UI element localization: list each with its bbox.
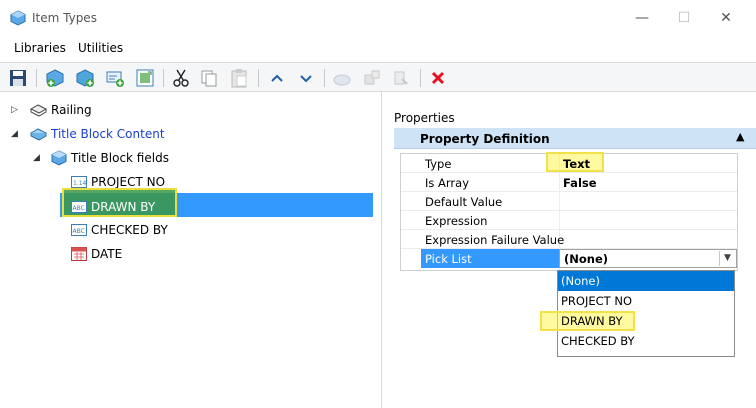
toolbar [0,62,756,92]
paste-icon[interactable] [228,67,250,89]
disabled-icon-2[interactable] [361,67,383,89]
pick-list-option-drawn-by[interactable]: DRAWN BY [558,311,734,331]
add-property-icon[interactable] [104,67,126,89]
pick-list-combobox[interactable]: (None) ▼ [559,249,737,268]
add-library-icon[interactable] [44,67,66,89]
tree-node-title-block-fields[interactable]: Title Block fields [51,147,169,169]
disabled-icon-3[interactable] [390,67,412,89]
expand-railing-icon[interactable]: ▷ [11,105,18,115]
property-row-pick-list[interactable]: Pick List (None) ▼ [401,249,737,268]
property-row-expression[interactable]: Expression [401,211,737,230]
delete-icon[interactable] [427,67,449,89]
collapse-chevron-icon[interactable]: ▲ [736,130,744,143]
text-property-icon: ABC [71,224,87,236]
menu-utilities[interactable]: Utilities [78,41,123,55]
text-property-icon: ABC [71,201,87,213]
section-title: Property Definition [420,132,550,146]
tree-node-drawn-by[interactable]: ABC DRAWN BY [71,196,155,218]
menu-bar: Libraries Utilities [0,36,756,60]
tree-node-date[interactable]: DATE [71,243,122,265]
collapse-title-block-fields-icon[interactable]: ◢ [33,153,40,163]
tree-node-label: DATE [91,247,123,261]
title-bar: Item Types — ☐ ✕ [0,0,756,36]
property-row-expression-failure-value[interactable]: Expression Failure Value [401,230,737,249]
library-icon [30,128,47,141]
tree-node-title-block-content[interactable]: Title Block Content [30,123,165,145]
menu-libraries[interactable]: Libraries [14,41,66,55]
number-property-icon: 1.14 [71,176,87,188]
property-row-type[interactable]: Type Text [401,154,737,173]
window-title: Item Types [32,11,97,25]
property-definition-header[interactable]: Property Definition ▲ [394,128,756,149]
copy-icon[interactable] [198,67,220,89]
move-up-icon[interactable] [266,67,288,89]
collapse-title-block-content-icon[interactable]: ◢ [11,129,18,139]
tree-node-railing[interactable]: Railing [30,99,92,121]
tree-node-checked-by[interactable]: ABC CHECKED BY [71,219,168,241]
svg-text:1.14: 1.14 [73,180,87,187]
tree-node-label: Title Block Content [51,127,165,141]
calendar-icon [71,247,87,261]
pick-list-option-none[interactable]: (None) [558,271,734,291]
property-grid: Type Text Is Array False Default Value E… [400,152,738,271]
svg-text:ABC: ABC [73,228,85,235]
chevron-down-icon[interactable]: ▼ [719,251,735,266]
minimize-button[interactable]: — [634,10,650,26]
item-type-icon [51,150,67,166]
tree-node-label: Railing [51,103,92,117]
disabled-icon-1[interactable] [331,67,353,89]
import-icon[interactable] [134,67,156,89]
move-down-icon[interactable] [295,67,317,89]
property-row-default-value[interactable]: Default Value [401,192,737,211]
pick-list-option-project-no[interactable]: PROJECT NO [558,291,734,311]
tree-node-label: Title Block fields [71,151,169,165]
maximize-button[interactable]: ☐ [676,10,692,26]
save-icon[interactable] [7,67,29,89]
library-icon [30,104,47,117]
add-item-type-icon[interactable] [74,67,96,89]
close-button[interactable]: ✕ [718,10,734,26]
tree-node-label: PROJECT NO [91,175,166,189]
tree-node-label: CHECKED BY [91,223,168,237]
tree-node-label: DRAWN BY [91,200,156,214]
pick-list-dropdown: (None) PROJECT NO DRAWN BY CHECKED BY [540,270,735,357]
properties-label: Properties [394,111,455,125]
svg-text:ABC: ABC [73,205,85,212]
property-row-is-array[interactable]: Is Array False [401,173,737,192]
pick-list-option-checked-by[interactable]: CHECKED BY [558,331,734,351]
cut-icon[interactable] [170,67,192,89]
item-types-app-icon [10,10,26,26]
